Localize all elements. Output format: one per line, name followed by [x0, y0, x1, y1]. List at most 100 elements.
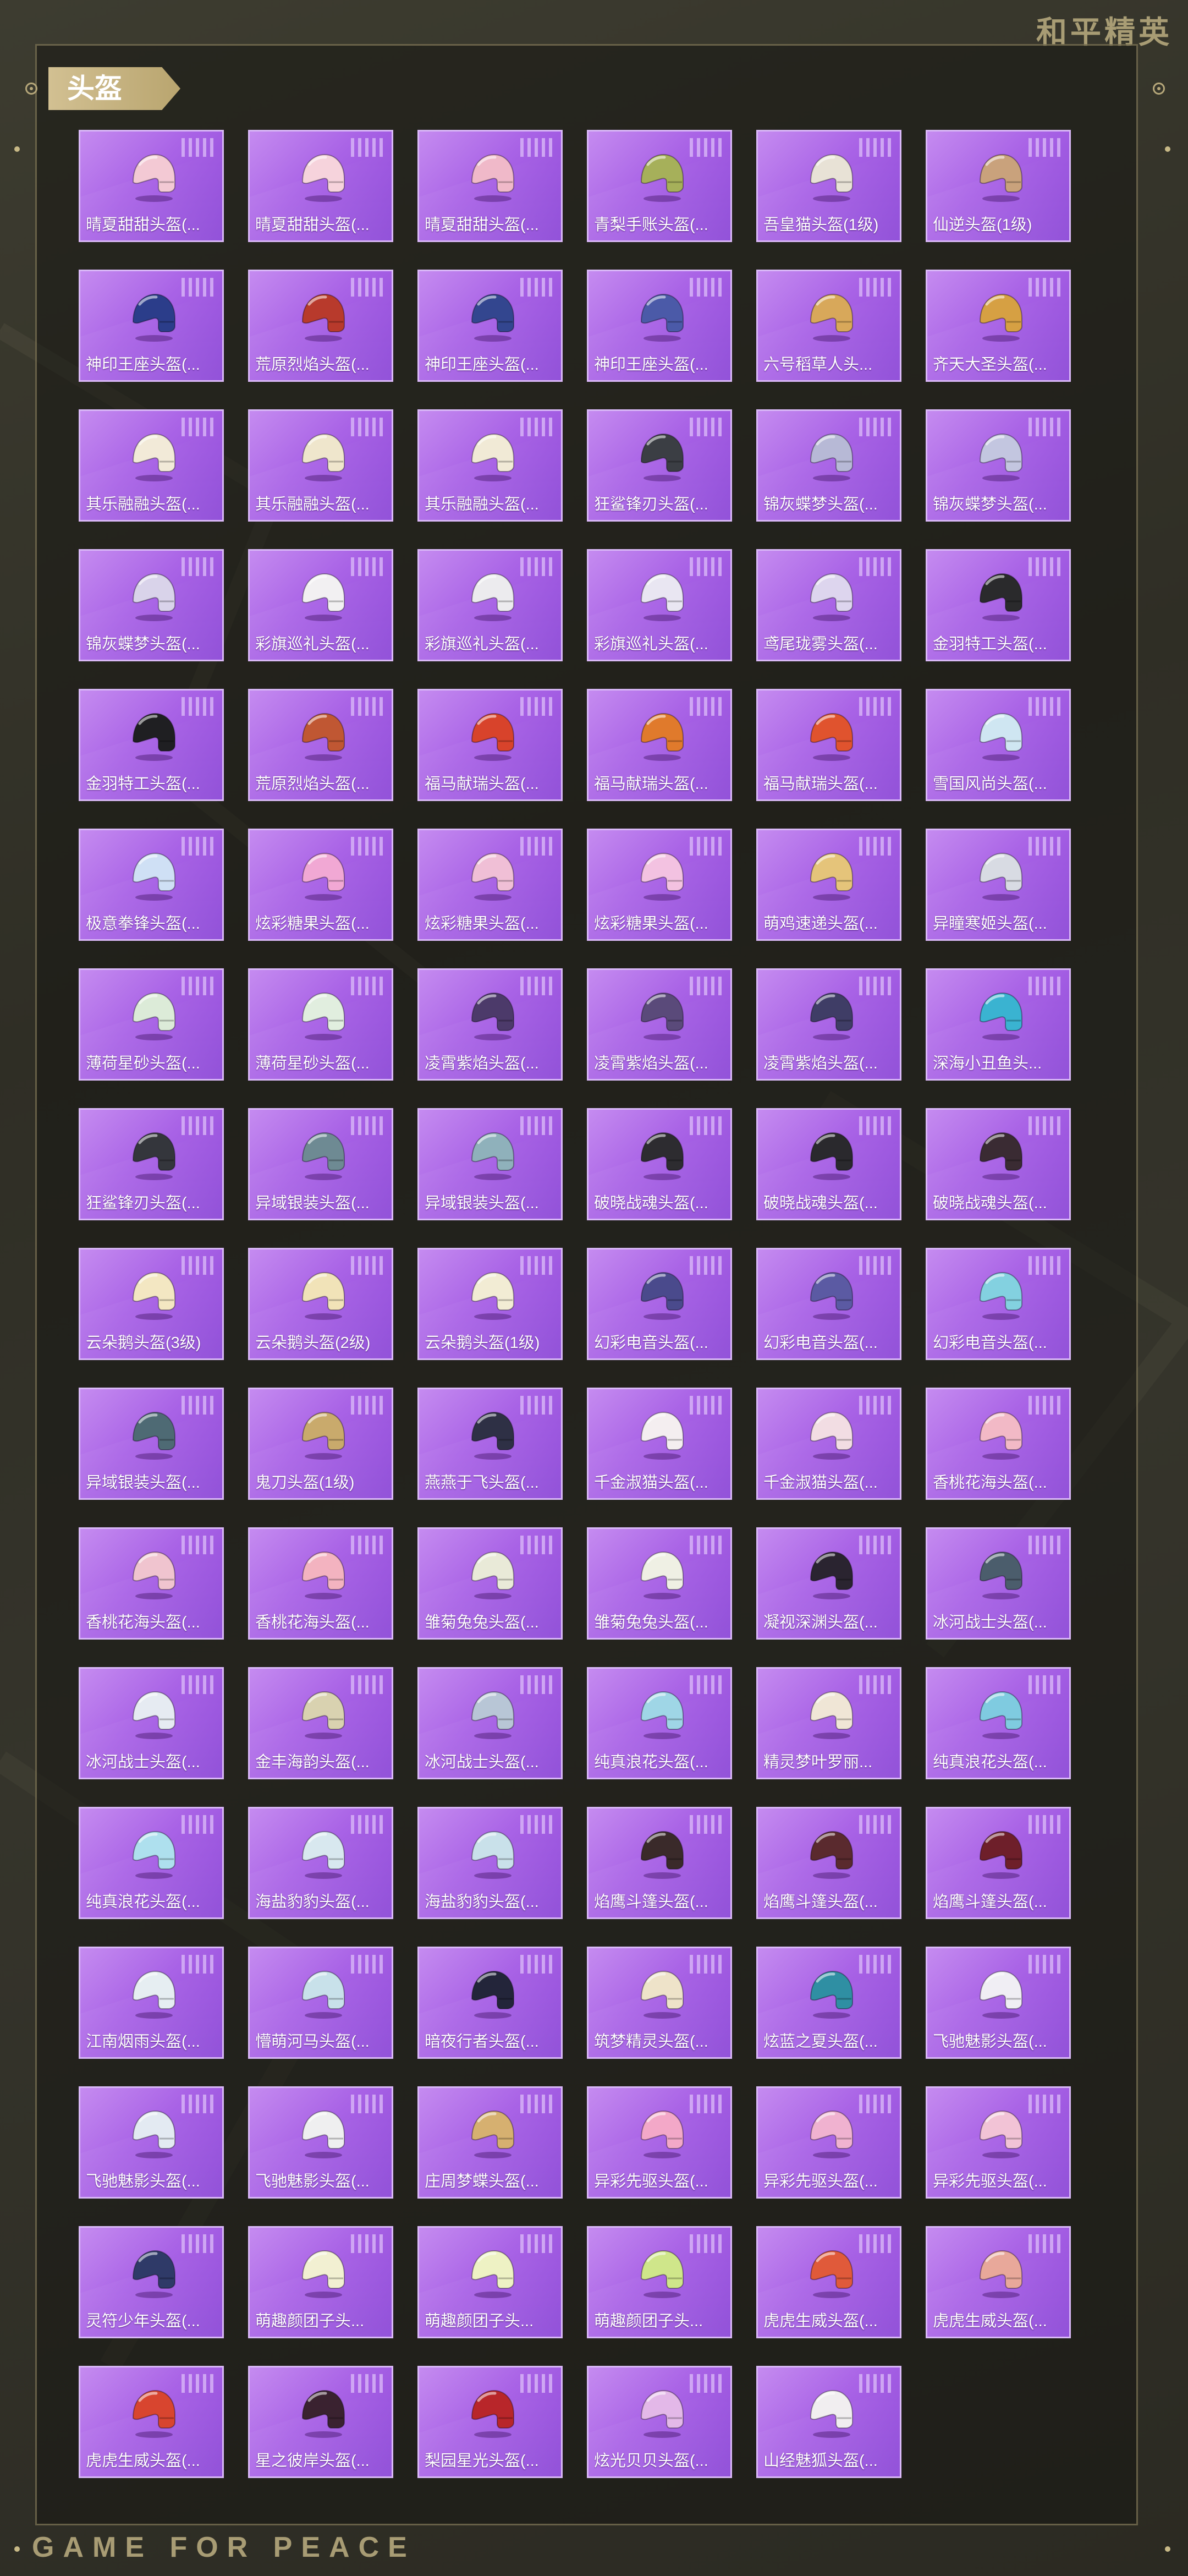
helmet-card[interactable]: 焰鹰斗篷头盔(... [926, 1807, 1071, 1919]
helmet-card[interactable]: 晴夏甜甜头盔(... [417, 130, 563, 242]
helmet-card[interactable]: 鬼刀头盔(1级) [248, 1388, 393, 1500]
helmet-card[interactable]: 云朵鹅头盔(2级) [248, 1248, 393, 1360]
helmet-card[interactable]: 飞驰魅影头盔(... [79, 2086, 224, 2199]
helmet-card[interactable]: 冰河战士头盔(... [79, 1667, 224, 1779]
helmet-card[interactable]: 吾皇猫头盔(1级) [756, 130, 901, 242]
helmet-card[interactable]: 荒原烈焰头盔(... [248, 689, 393, 801]
helmet-card[interactable]: 纯真浪花头盔(... [587, 1667, 732, 1779]
helmet-card[interactable]: 云朵鹅头盔(1级) [417, 1248, 563, 1360]
helmet-card[interactable]: 焰鹰斗篷头盔(... [756, 1807, 901, 1919]
helmet-card[interactable]: 异彩先驱头盔(... [587, 2086, 732, 2199]
helmet-card[interactable]: 暗夜行者头盔(... [417, 1947, 563, 2059]
helmet-card[interactable]: 彩旗巡礼头盔(... [417, 549, 563, 661]
helmet-card[interactable]: 幻彩电音头盔(... [587, 1248, 732, 1360]
helmet-card[interactable]: 青梨手账头盔(... [587, 130, 732, 242]
helmet-card[interactable]: 六号稻草人头... [756, 270, 901, 382]
helmet-card[interactable]: 薄荷星砂头盔(... [79, 968, 224, 1081]
helmet-card[interactable]: 破晓战魂头盔(... [926, 1108, 1071, 1220]
helmet-card[interactable]: 其乐融融头盔(... [248, 409, 393, 522]
helmet-card[interactable]: 极意拳锋头盔(... [79, 829, 224, 941]
helmet-card[interactable]: 云朵鹅头盔(3级) [79, 1248, 224, 1360]
helmet-card[interactable]: 千金淑猫头盔(... [756, 1388, 901, 1500]
helmet-card[interactable]: 异域银装头盔(... [248, 1108, 393, 1220]
helmet-card[interactable]: 精灵梦叶罗丽... [756, 1667, 901, 1779]
helmet-card[interactable]: 荒原烈焰头盔(... [248, 270, 393, 382]
helmet-card[interactable]: 懵萌河马头盔(... [248, 1947, 393, 2059]
helmet-card[interactable]: 萌趣颜团子头... [248, 2226, 393, 2338]
helmet-card[interactable]: 狂鲨锋刃头盔(... [79, 1108, 224, 1220]
helmet-card[interactable]: 异域银装头盔(... [79, 1388, 224, 1500]
helmet-card[interactable]: 仙逆头盔(1级) [926, 130, 1071, 242]
helmet-card[interactable]: 异瞳寒姬头盔(... [926, 829, 1071, 941]
helmet-card[interactable]: 纯真浪花头盔(... [79, 1807, 224, 1919]
helmet-card[interactable]: 香桃花海头盔(... [926, 1388, 1071, 1500]
helmet-card[interactable]: 冰河战士头盔(... [417, 1667, 563, 1779]
helmet-card[interactable]: 彩旗巡礼头盔(... [248, 549, 393, 661]
helmet-card[interactable]: 锦灰蝶梦头盔(... [79, 549, 224, 661]
helmet-card[interactable]: 锦灰蝶梦头盔(... [926, 409, 1071, 522]
helmet-card[interactable]: 破晓战魂头盔(... [756, 1108, 901, 1220]
helmet-card[interactable]: 炫光贝贝头盔(... [587, 2366, 732, 2478]
helmet-card[interactable]: 炫彩糖果头盔(... [587, 829, 732, 941]
helmet-card[interactable]: 燕燕于飞头盔(... [417, 1388, 563, 1500]
helmet-card[interactable]: 纯真浪花头盔(... [926, 1667, 1071, 1779]
helmet-card[interactable]: 飞驰魅影头盔(... [926, 1947, 1071, 2059]
helmet-card[interactable]: 虎虎生威头盔(... [79, 2366, 224, 2478]
helmet-card[interactable]: 萌鸡速递头盔(... [756, 829, 901, 941]
helmet-card[interactable]: 幻彩电音头盔(... [756, 1248, 901, 1360]
helmet-card[interactable]: 灵符少年头盔(... [79, 2226, 224, 2338]
helmet-card[interactable]: 彩旗巡礼头盔(... [587, 549, 732, 661]
helmet-card[interactable]: 其乐融融头盔(... [79, 409, 224, 522]
helmet-card[interactable]: 凌霄紫焰头盔(... [417, 968, 563, 1081]
helmet-card[interactable]: 虎虎生威头盔(... [756, 2226, 901, 2338]
helmet-card[interactable]: 凌霄紫焰头盔(... [587, 968, 732, 1081]
helmet-card[interactable]: 晴夏甜甜头盔(... [79, 130, 224, 242]
helmet-card[interactable]: 炫蓝之夏头盔(... [756, 1947, 901, 2059]
helmet-card[interactable]: 山经魅狐头盔(... [756, 2366, 901, 2478]
helmet-card[interactable]: 飞驰魅影头盔(... [248, 2086, 393, 2199]
helmet-card[interactable]: 神印王座头盔(... [79, 270, 224, 382]
helmet-card[interactable]: 虎虎生威头盔(... [926, 2226, 1071, 2338]
helmet-card[interactable]: 异彩先驱头盔(... [926, 2086, 1071, 2199]
helmet-card[interactable]: 冰河战士头盔(... [926, 1527, 1071, 1640]
helmet-card[interactable]: 金丰海韵头盔(... [248, 1667, 393, 1779]
helmet-card[interactable]: 金羽特工头盔(... [79, 689, 224, 801]
helmet-card[interactable]: 神印王座头盔(... [587, 270, 732, 382]
helmet-card[interactable]: 海盐豹豹头盔(... [248, 1807, 393, 1919]
helmet-card[interactable]: 香桃花海头盔(... [248, 1527, 393, 1640]
helmet-card[interactable]: 神印王座头盔(... [417, 270, 563, 382]
helmet-card[interactable]: 炫彩糖果头盔(... [248, 829, 393, 941]
helmet-card[interactable]: 其乐融融头盔(... [417, 409, 563, 522]
helmet-card[interactable]: 福马献瑞头盔(... [587, 689, 732, 801]
helmet-card[interactable]: 齐天大圣头盔(... [926, 270, 1071, 382]
helmet-card[interactable]: 幻彩电音头盔(... [926, 1248, 1071, 1360]
helmet-card[interactable]: 福马献瑞头盔(... [417, 689, 563, 801]
helmet-card[interactable]: 凝视深渊头盔(... [756, 1527, 901, 1640]
helmet-card[interactable]: 异彩先驱头盔(... [756, 2086, 901, 2199]
helmet-card[interactable]: 锦灰蝶梦头盔(... [756, 409, 901, 522]
helmet-card[interactable]: 薄荷星砂头盔(... [248, 968, 393, 1081]
helmet-card[interactable]: 千金淑猫头盔(... [587, 1388, 732, 1500]
helmet-card[interactable]: 海盐豹豹头盔(... [417, 1807, 563, 1919]
helmet-card[interactable]: 狂鲨锋刃头盔(... [587, 409, 732, 522]
helmet-card[interactable]: 金羽特工头盔(... [926, 549, 1071, 661]
helmet-card[interactable]: 香桃花海头盔(... [79, 1527, 224, 1640]
helmet-card[interactable]: 雏菊兔兔头盔(... [417, 1527, 563, 1640]
helmet-card[interactable]: 雪国风尚头盔(... [926, 689, 1071, 801]
helmet-card[interactable]: 鸢尾珑雾头盔(... [756, 549, 901, 661]
helmet-card[interactable]: 晴夏甜甜头盔(... [248, 130, 393, 242]
helmet-card[interactable]: 雏菊兔兔头盔(... [587, 1527, 732, 1640]
helmet-card[interactable]: 萌趣颜团子头... [417, 2226, 563, 2338]
helmet-card[interactable]: 炫彩糖果头盔(... [417, 829, 563, 941]
helmet-card[interactable]: 深海小丑鱼头... [926, 968, 1071, 1081]
helmet-card[interactable]: 庄周梦蝶头盔(... [417, 2086, 563, 2199]
helmet-card[interactable]: 筑梦精灵头盔(... [587, 1947, 732, 2059]
helmet-card[interactable]: 异域银装头盔(... [417, 1108, 563, 1220]
helmet-card[interactable]: 福马献瑞头盔(... [756, 689, 901, 801]
helmet-card[interactable]: 梨园星光头盔(... [417, 2366, 563, 2478]
helmet-card[interactable]: 焰鹰斗篷头盔(... [587, 1807, 732, 1919]
helmet-card[interactable]: 破晓战魂头盔(... [587, 1108, 732, 1220]
helmet-card[interactable]: 江南烟雨头盔(... [79, 1947, 224, 2059]
helmet-card[interactable]: 凌霄紫焰头盔(... [756, 968, 901, 1081]
helmet-card[interactable]: 萌趣颜团子头... [587, 2226, 732, 2338]
